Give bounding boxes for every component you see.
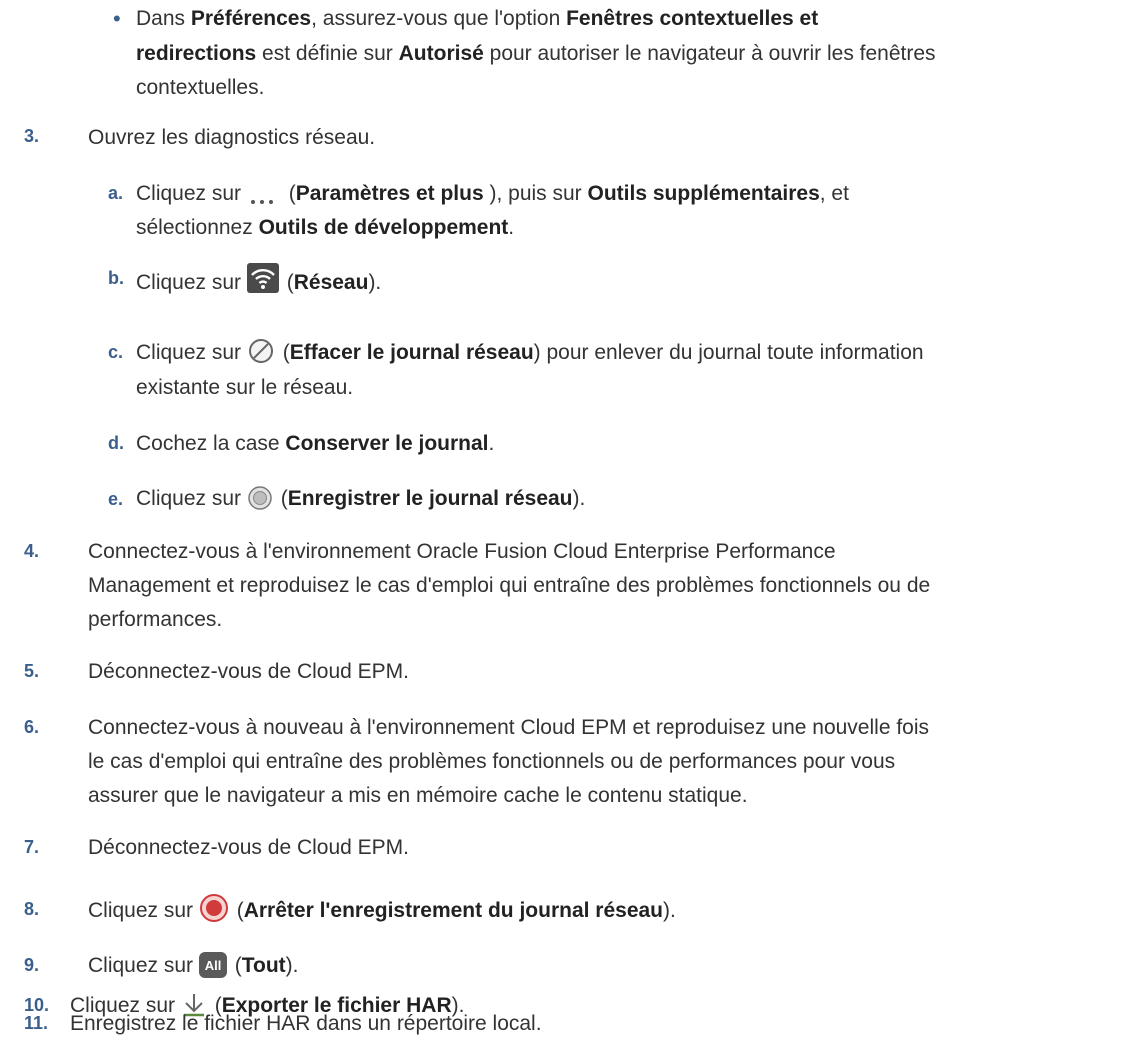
substep-3c-line-2: existante sur le réseau.	[136, 376, 354, 399]
clear-log-icon	[247, 337, 275, 365]
stop-recording-icon	[199, 893, 229, 923]
step-number: 3.	[24, 126, 40, 146]
step-4-line-1: Connectez-vous à l'environnement Oracle …	[88, 540, 836, 563]
step-number: 4.	[24, 541, 40, 561]
bullet-item-line-1: Dans Préférences, assurez-vous que l'opt…	[136, 7, 819, 30]
step-6-line-3: assurer que le navigateur a mis en mémoi…	[88, 784, 748, 807]
substep-marker: d.	[108, 433, 124, 453]
network-wifi-icon	[246, 263, 279, 293]
substep-marker: c.	[108, 342, 124, 362]
step-number: 8.	[24, 899, 40, 919]
substep-3c-line-1: Cliquez sur (Effacer le journal réseau) …	[136, 337, 924, 368]
step-number: 11.	[24, 1013, 49, 1033]
bullet-marker: •	[113, 6, 121, 31]
step-3-text: Ouvrez les diagnostics réseau.	[88, 126, 376, 149]
substep-marker: b.	[108, 268, 124, 288]
substep-marker: e.	[108, 489, 124, 509]
more-options-icon	[247, 196, 281, 206]
substep-3b-line: Cliquez sur (Réseau).	[136, 263, 381, 298]
substep-3e-line: Cliquez sur (Enregistrer le journal rése…	[136, 485, 586, 511]
step-6-line-2: le cas d'emploi qui entraîne des problèm…	[88, 750, 896, 773]
step-number: 7.	[24, 837, 40, 857]
step-4-line-3: performances.	[88, 608, 223, 631]
step-11-text: Enregistrez le fichier HAR dans un réper…	[70, 1012, 542, 1035]
step-6-line-1: Connectez-vous à nouveau à l'environneme…	[88, 716, 930, 739]
step-4-line-2: Management et reproduisez le cas d'emplo…	[88, 574, 931, 597]
all-icon-text: All	[205, 958, 222, 973]
step-number: 9.	[24, 955, 40, 975]
bullet-item-line-2: redirections est définie sur Autorisé po…	[136, 42, 936, 65]
step-number: 6.	[24, 717, 40, 737]
substep-3d-line: Cochez la case Conserver le journal.	[136, 432, 495, 455]
bullet-item-line-3: contextuelles.	[136, 76, 265, 99]
step-5-text: Déconnectez-vous de Cloud EPM.	[88, 660, 409, 683]
step-7-text: Déconnectez-vous de Cloud EPM.	[88, 836, 409, 859]
substep-3a-line-2: sélectionnez Outils de développement.	[136, 216, 515, 239]
substep-marker: a.	[108, 183, 124, 203]
step-9-line: Cliquez sur All (Tout).	[88, 952, 299, 978]
step-8-line: Cliquez sur (Arrêter l'enregistrement du…	[88, 893, 676, 926]
substep-3a-line-1: Cliquez sur (Paramètres et plus ), puis …	[136, 182, 849, 206]
record-log-icon	[247, 485, 273, 511]
all-filter-icon: All	[198, 952, 227, 978]
step-number: 5.	[24, 661, 40, 681]
